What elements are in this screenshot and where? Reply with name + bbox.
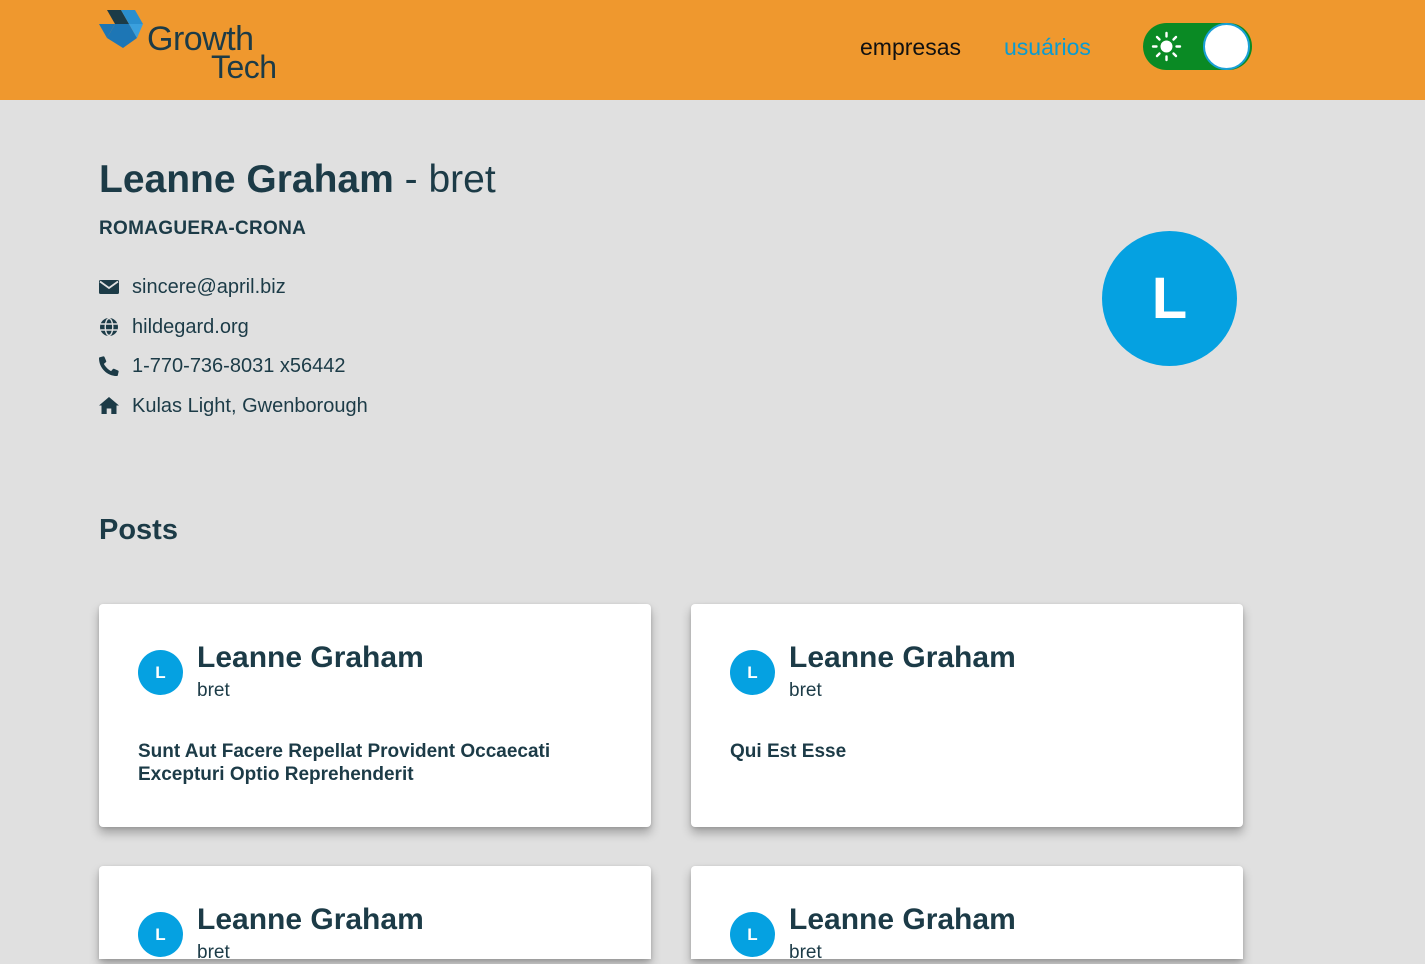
globe-icon xyxy=(99,317,119,337)
contact-email: sincere@april.biz xyxy=(99,275,286,299)
post-author-avatar: L xyxy=(138,650,183,695)
post-author-handle: bret xyxy=(789,942,822,963)
profile-company: ROMAGUERA-CRONA xyxy=(99,218,307,239)
sun-icon xyxy=(1151,31,1182,62)
logo-word-tech: Tech xyxy=(211,49,277,85)
post-title: Sunt Aut Facere Repellat Provident Occae… xyxy=(138,741,551,785)
growthtech-logo[interactable]: Growth Tech xyxy=(99,10,284,85)
contact-website: hildegard.org xyxy=(99,315,249,339)
nav-link-empresas[interactable]: empresas xyxy=(860,33,961,61)
envelope-icon xyxy=(99,277,119,297)
profile-separator: - xyxy=(393,158,429,201)
post-author-handle: bret xyxy=(197,942,230,963)
contact-phone: 1-770-736-8031 x56442 xyxy=(99,354,346,378)
post-card[interactable]: L Leanne Graham bret xyxy=(691,866,1243,963)
home-icon xyxy=(99,396,119,416)
profile-username: bret xyxy=(428,158,496,201)
logo-mark-icon xyxy=(99,10,143,48)
nav-link-usuarios[interactable]: usuários xyxy=(1004,33,1091,61)
post-author-handle: bret xyxy=(789,680,822,701)
profile-name: Leanne Graham xyxy=(99,158,394,201)
post-author-name: Leanne Graham xyxy=(197,903,424,936)
post-title: Qui Est Esse xyxy=(730,741,847,762)
contact-website-text: hildegard.org xyxy=(132,316,249,338)
post-author-avatar: L xyxy=(730,912,775,957)
phone-icon xyxy=(99,356,119,376)
post-card[interactable]: L Leanne Graham bret Qui Est Esse xyxy=(691,604,1243,827)
contact-email-text: sincere@april.biz xyxy=(132,276,286,298)
post-author-handle: bret xyxy=(197,680,230,701)
theme-toggle[interactable] xyxy=(1143,23,1252,70)
post-author-name: Leanne Graham xyxy=(197,641,424,674)
top-navbar: Growth Tech empresas usuários xyxy=(0,0,1425,100)
post-card[interactable]: L Leanne Graham bret xyxy=(99,866,651,963)
post-author-avatar: L xyxy=(730,650,775,695)
post-author-name: Leanne Graham xyxy=(789,903,1016,936)
contact-phone-text: 1-770-736-8031 x56442 xyxy=(132,355,346,377)
toggle-knob[interactable] xyxy=(1203,23,1250,70)
post-author-avatar: L xyxy=(138,912,183,957)
profile-avatar: L xyxy=(1102,231,1237,366)
post-card[interactable]: L Leanne Graham bret Sunt Aut Facere Rep… xyxy=(99,604,651,827)
profile-title: Leanne Graham - bret xyxy=(99,157,496,203)
contact-address: Kulas Light, Gwenborough xyxy=(99,394,368,418)
posts-heading: Posts xyxy=(99,514,178,546)
post-author-name: Leanne Graham xyxy=(789,641,1016,674)
contact-address-text: Kulas Light, Gwenborough xyxy=(132,395,368,417)
